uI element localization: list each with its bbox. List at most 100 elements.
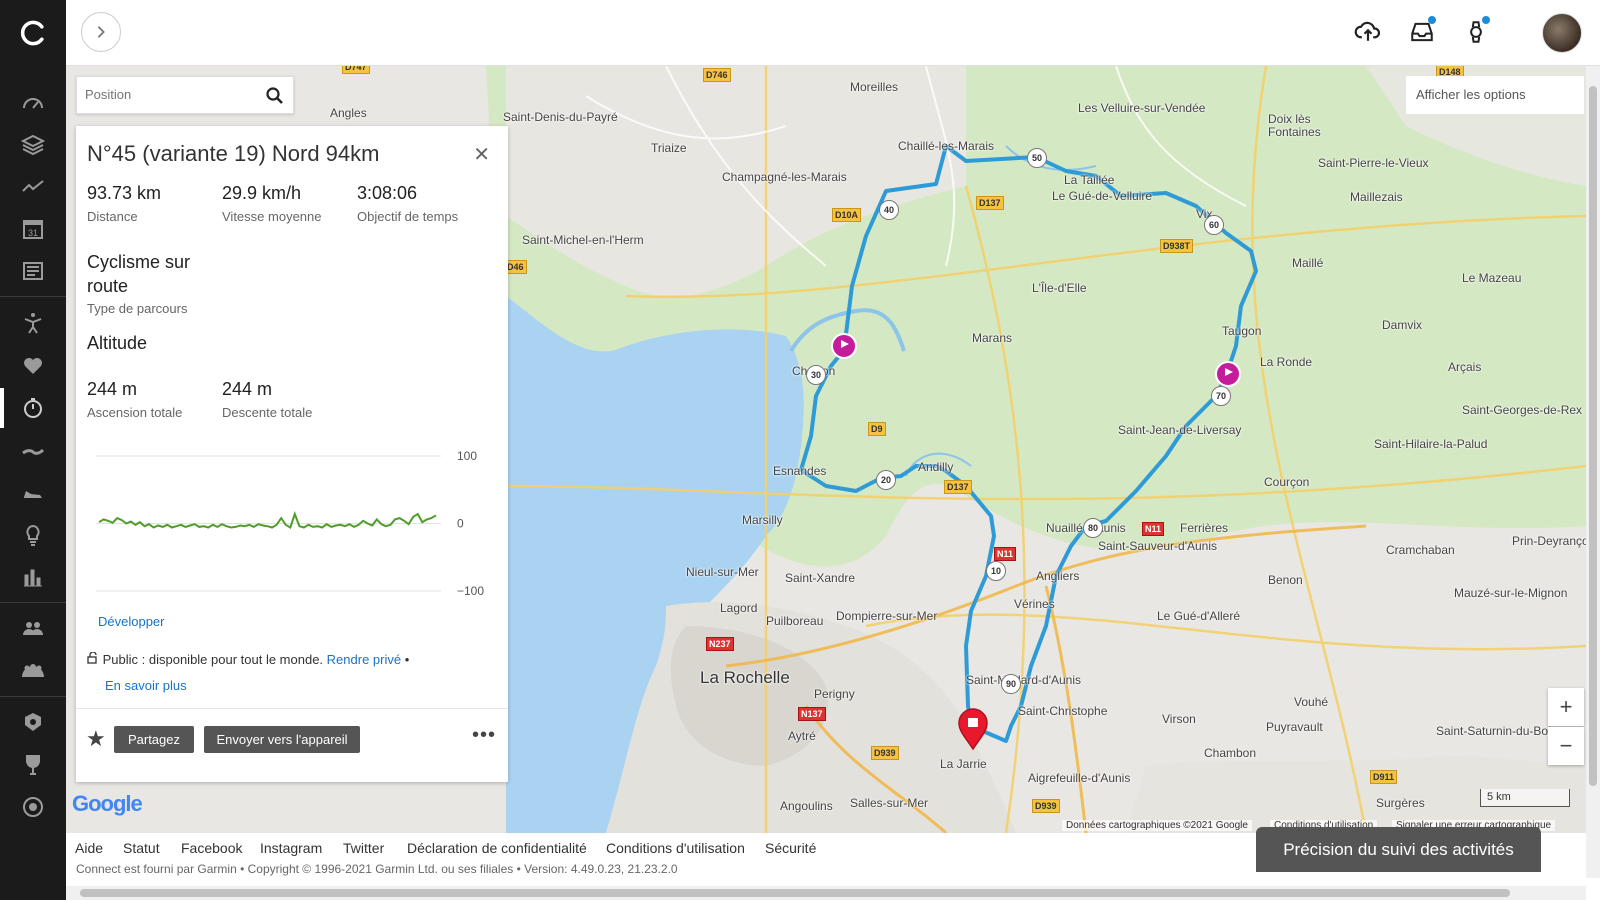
garmin-connect-logo-icon[interactable] [16,16,50,50]
footer-link-security[interactable]: Sécurité [765,840,816,856]
place-label: Taugon [1222,324,1262,338]
start-flag-marker[interactable] [831,333,857,359]
notification-dot [1428,16,1436,24]
reports-icon[interactable] [18,562,48,592]
health-icon[interactable] [18,350,48,380]
course-detail-panel: N°45 (variante 19) Nord 94km ✕ 93.73 km … [76,126,508,782]
place-label: Champagné-les-Marais [722,170,847,184]
activity-icon[interactable] [18,172,48,202]
vertical-scrollbar[interactable] [1586,66,1600,878]
place-label: Salles-sur-Mer [850,796,929,810]
calendar-day-number: 31 [28,228,38,238]
top-bar [66,0,1600,66]
scrollbar-thumb[interactable] [80,889,1510,897]
place-label: Le Gué-d'Alleré [1157,609,1241,623]
footer-link-twitter[interactable]: Twitter [343,840,384,856]
activity-tracking-accuracy-button[interactable]: Précision du suivi des activités [1256,827,1541,872]
connections-icon[interactable] [18,614,48,644]
place-label: Moreilles [850,80,899,94]
distance-value: 93.73 km [87,183,162,203]
expand-link[interactable]: Développer [98,614,165,629]
place-label: Saint-Christophe [1018,704,1108,718]
news-icon[interactable] [18,256,48,286]
inbox-icon[interactable] [1406,16,1438,48]
road-shield: N11 [1142,522,1165,536]
footer-link-instagram[interactable]: Instagram [260,840,322,856]
trophy-icon[interactable] [18,750,48,780]
shoe-icon[interactable] [18,478,48,508]
send-to-device-button[interactable]: Envoyer vers l'appareil [204,726,360,753]
place-label: Triaize [651,141,687,155]
km-marker: 40 [879,200,899,220]
place-label: Perigny [814,687,855,701]
close-icon[interactable]: ✕ [473,142,490,167]
sidebar-divider [0,296,66,297]
panel-divider [76,708,508,709]
share-button[interactable]: Partagez [114,726,194,753]
place-label: Saint-Xandre [785,571,856,585]
layers-icon[interactable] [18,130,48,160]
place-label: Esnandes [773,464,827,478]
time-value: 3:08:06 [357,183,418,203]
course-type-value: Cyclisme sur route [87,252,191,296]
sidebar-divider [0,602,66,603]
place-label: Doix lès Fontaines [1268,112,1321,139]
road-shield: D137 [976,196,1004,210]
dashboard-icon[interactable] [18,88,48,118]
place-label: Saint-Saturnin-du-Bois [1436,724,1557,738]
footer-link-facebook[interactable]: Facebook [181,840,242,856]
sidebar-active-indicator [0,388,4,428]
training-icon[interactable] [18,308,48,338]
sidebar: 31 [0,0,66,900]
stopwatch-icon[interactable] [18,393,48,423]
star-icon[interactable]: ★ [86,726,106,752]
calendar-icon[interactable]: 31 [18,214,48,244]
groups-icon[interactable] [18,656,48,686]
road-shield: D939 [871,746,899,760]
cycling-icon[interactable] [18,436,48,466]
map-view[interactable]: Moreilles Les Velluire-sur-Vendée Doix l… [66,66,1586,833]
place-label: Arçais [1448,360,1482,374]
footer-link-terms[interactable]: Conditions d'utilisation [606,840,745,856]
privacy-text: Public : disponible pour tout le monde. [102,652,324,667]
device-icon[interactable] [1460,16,1492,48]
place-label: Puilboreau [766,614,824,628]
insights-icon[interactable] [18,520,48,550]
speed-value: 29.9 km/h [222,183,302,203]
elevation-chart[interactable]: 100 0 −100 [96,446,496,596]
place-label: Marsilly [742,513,783,527]
place-label: Prin-Deyrançon [1512,534,1586,548]
more-options-icon[interactable]: ••• [472,724,496,747]
footer-link-privacy[interactable]: Déclaration de confidentialité [407,840,587,856]
footer-link-status[interactable]: Statut [123,840,160,856]
waypoint-flag-marker[interactable] [1215,361,1241,387]
ascent-value: 244 m [87,379,138,399]
place-label: Les Velluire-sur-Vendée [1078,101,1206,115]
privacy-info: Public : disponible pour tout le monde. … [87,651,409,667]
place-label: Benon [1268,573,1303,587]
horizontal-scrollbar[interactable] [66,886,1586,900]
footer-link-help[interactable]: Aide [75,840,103,856]
place-label: Chaillé-les-Marais [898,139,995,153]
speed-label: Vitesse moyenne [222,209,322,224]
badges-icon[interactable] [18,708,48,738]
zoom-out-button[interactable]: − [1548,727,1584,765]
zoom-in-button[interactable]: + [1548,688,1584,726]
show-options-button[interactable]: Afficher les options [1406,76,1584,114]
scrollbar-thumb[interactable] [1589,86,1597,786]
km-marker: 20 [876,470,896,490]
place-label: Virson [1162,712,1196,726]
altitude-heading: Altitude [87,333,148,353]
make-private-link[interactable]: Rendre privé [327,652,401,667]
avatar[interactable] [1542,13,1582,53]
road-shield: D137 [944,480,972,494]
search-input[interactable] [85,87,255,102]
expand-sidebar-button[interactable] [81,12,121,52]
segments-icon[interactable] [18,792,48,822]
position-search[interactable] [76,76,294,114]
place-label: Le Gué-de-Velluire [1052,189,1153,203]
place-label: La Ronde [1260,355,1313,369]
search-icon[interactable] [265,86,285,106]
upload-icon[interactable] [1352,16,1384,48]
learn-more-link[interactable]: En savoir plus [105,678,187,693]
